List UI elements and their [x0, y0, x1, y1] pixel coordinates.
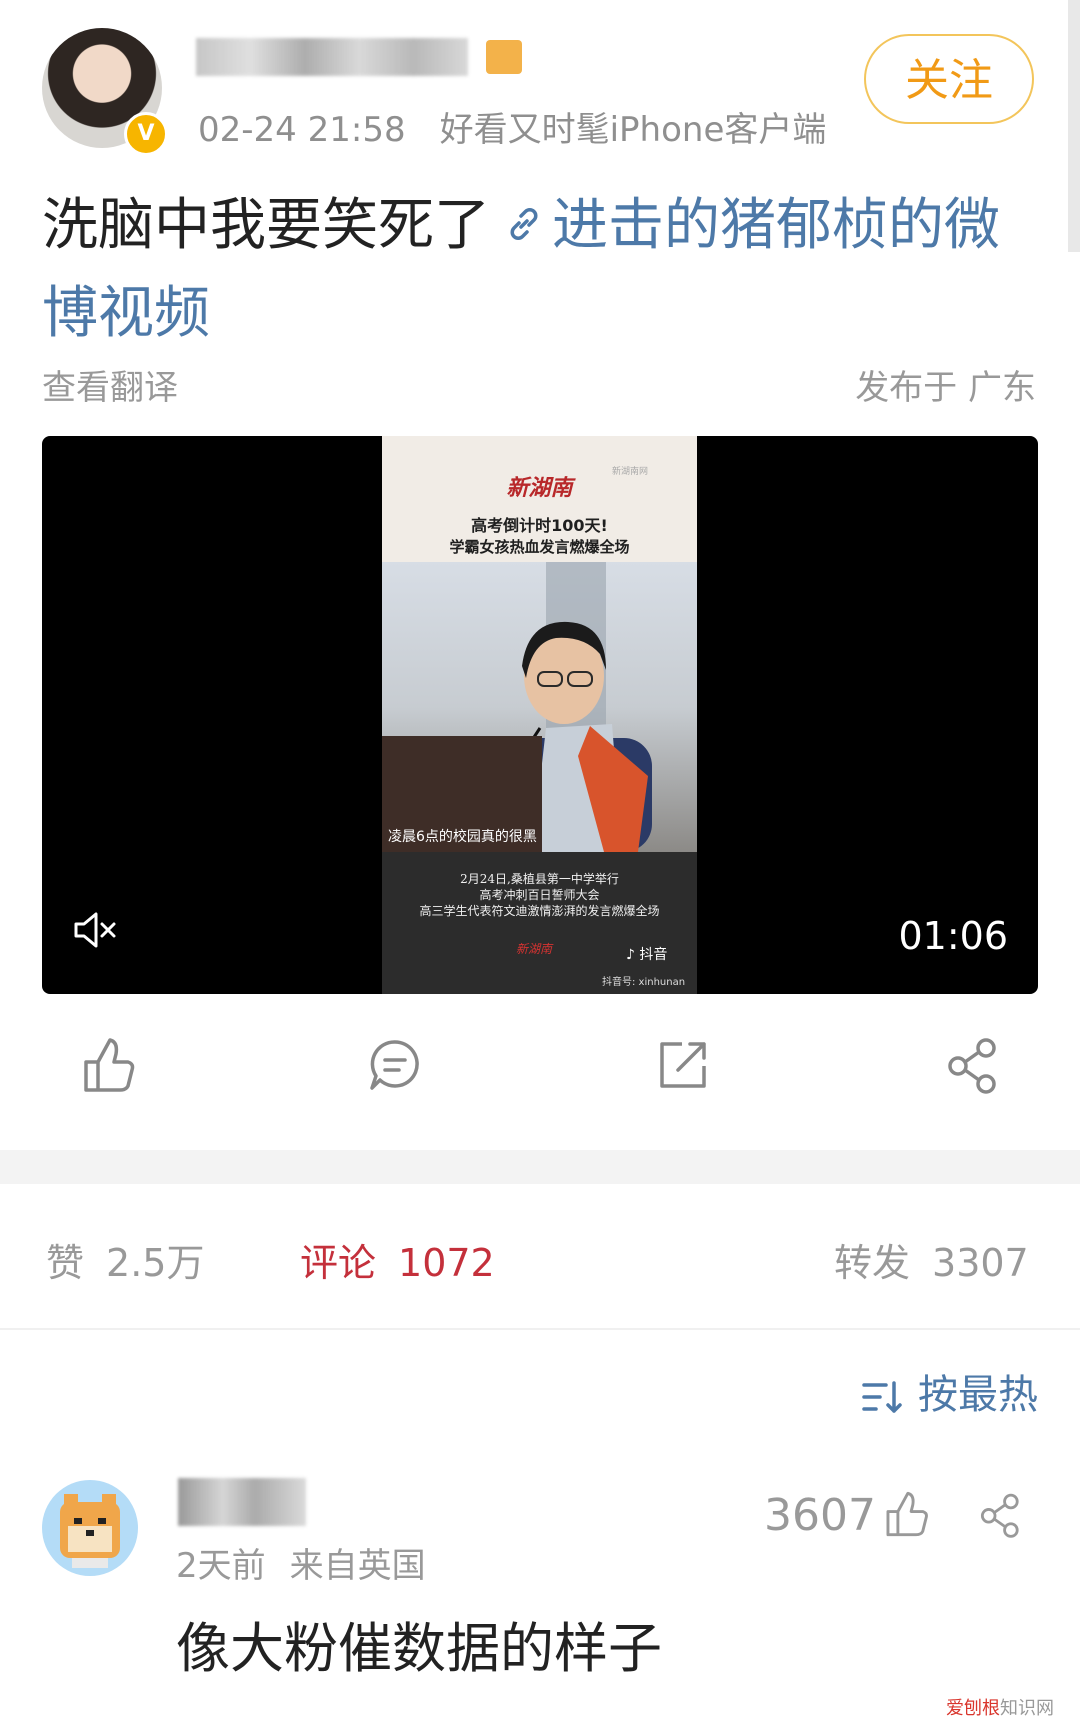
sort-label: 按最热	[918, 1372, 1038, 1418]
comment-origin: 来自英国	[289, 1546, 426, 1586]
post-body: 洗脑中我要笑死了 进击的猪郁桢的微博视频	[42, 182, 1002, 358]
follow-button[interactable]: 关注	[864, 34, 1034, 124]
thumbnail-watermark: 新湖南网	[612, 467, 649, 477]
video-caption-1: 2月24日,桑植县第一中学举行	[460, 872, 619, 886]
video-subtitle: 凌晨6点的校园真的很黑	[388, 829, 537, 845]
verified-badge-icon: V	[124, 112, 168, 156]
post-text: 洗脑中我要笑死了	[42, 193, 490, 258]
thumbnail-headline-1: 高考倒计时100天!	[471, 516, 608, 535]
comment-like-icon[interactable]	[884, 1490, 930, 1538]
site-watermark: 爱刨根知识网	[946, 1694, 1054, 1720]
comment-meta: 2天前 来自英国	[176, 1538, 426, 1587]
video-duration: 01:06	[898, 914, 1008, 958]
comment-share-icon[interactable]	[976, 1492, 1022, 1538]
commenter-name-redacted[interactable]	[178, 1478, 306, 1526]
video-player[interactable]: 新湖南 新湖南网 高考倒计时100天! 学霸女孩热血发言燃爆全场 凌晨6点的校园…	[42, 436, 1038, 994]
likes-label: 赞	[46, 1241, 85, 1285]
scrollbar[interactable]	[1068, 0, 1080, 252]
video-caption-block: 2月24日,桑植县第一中学举行 高考冲刺百日誓师大会 高三学生代表符文迪激情澎湃…	[382, 871, 697, 919]
video-thumbnail: 新湖南 新湖南网 高考倒计时100天! 学霸女孩热血发言燃爆全场 凌晨6点的校园…	[382, 436, 697, 994]
douyin-logo: ♪ 抖音	[626, 947, 668, 963]
post-timestamp: 02-24 21:58	[198, 110, 406, 150]
post-location: 发布于 广东	[855, 368, 1036, 408]
thumbnail-headline-2: 学霸女孩热血发言燃爆全场	[449, 538, 630, 556]
comment-time: 2天前	[176, 1546, 266, 1586]
link-icon	[510, 207, 538, 240]
douyin-id: 抖音号: xinhunan	[602, 977, 686, 988]
video-caption-3: 高三学生代表符文迪激情澎湃的发言燃爆全场	[419, 904, 660, 918]
thumbnail-bottom-logo: 新湖南	[516, 942, 553, 956]
divider	[0, 1328, 1080, 1330]
tab-comments[interactable]: 评论 1072	[300, 1232, 495, 1287]
mute-icon[interactable]	[70, 908, 118, 952]
tab-likes[interactable]: 赞 2.5万	[46, 1232, 204, 1287]
post-source: 好看又时髦iPhone客户端	[439, 110, 827, 150]
likes-count: 2.5万	[106, 1241, 205, 1285]
thumbnail-brand: 新湖南	[506, 475, 573, 501]
commenter-avatar[interactable]	[42, 1480, 138, 1576]
reposts-count: 3307	[932, 1241, 1029, 1285]
section-separator	[0, 1150, 1080, 1184]
share-icon[interactable]	[944, 1036, 998, 1094]
comments-label: 评论	[300, 1241, 377, 1285]
comment-text: 像大粉催数据的样子	[176, 1617, 662, 1680]
comment-icon[interactable]	[368, 1036, 422, 1094]
site-watermark-part2: 知识网	[1000, 1698, 1054, 1719]
translate-link[interactable]: 查看翻译	[42, 360, 178, 409]
reposts-label: 转发	[834, 1241, 911, 1285]
video-caption-2: 高考冲刺百日誓师大会	[479, 888, 600, 902]
repost-icon[interactable]	[656, 1036, 710, 1094]
comments-count: 1072	[398, 1241, 495, 1285]
post-meta: 02-24 21:58 好看又时髦iPhone客户端	[198, 102, 826, 151]
douyin-label: 抖音	[639, 947, 668, 963]
sort-hot-button[interactable]: 按最热	[862, 1362, 1038, 1420]
site-watermark-part1: 爱刨根	[946, 1698, 1000, 1719]
sort-icon	[862, 1381, 902, 1413]
like-icon[interactable]	[82, 1036, 136, 1094]
tab-reposts[interactable]: 转发 3307	[834, 1232, 1029, 1287]
username-redacted[interactable]	[196, 38, 468, 76]
comment-like-count: 3607	[764, 1490, 876, 1541]
member-crown-icon	[486, 40, 522, 74]
